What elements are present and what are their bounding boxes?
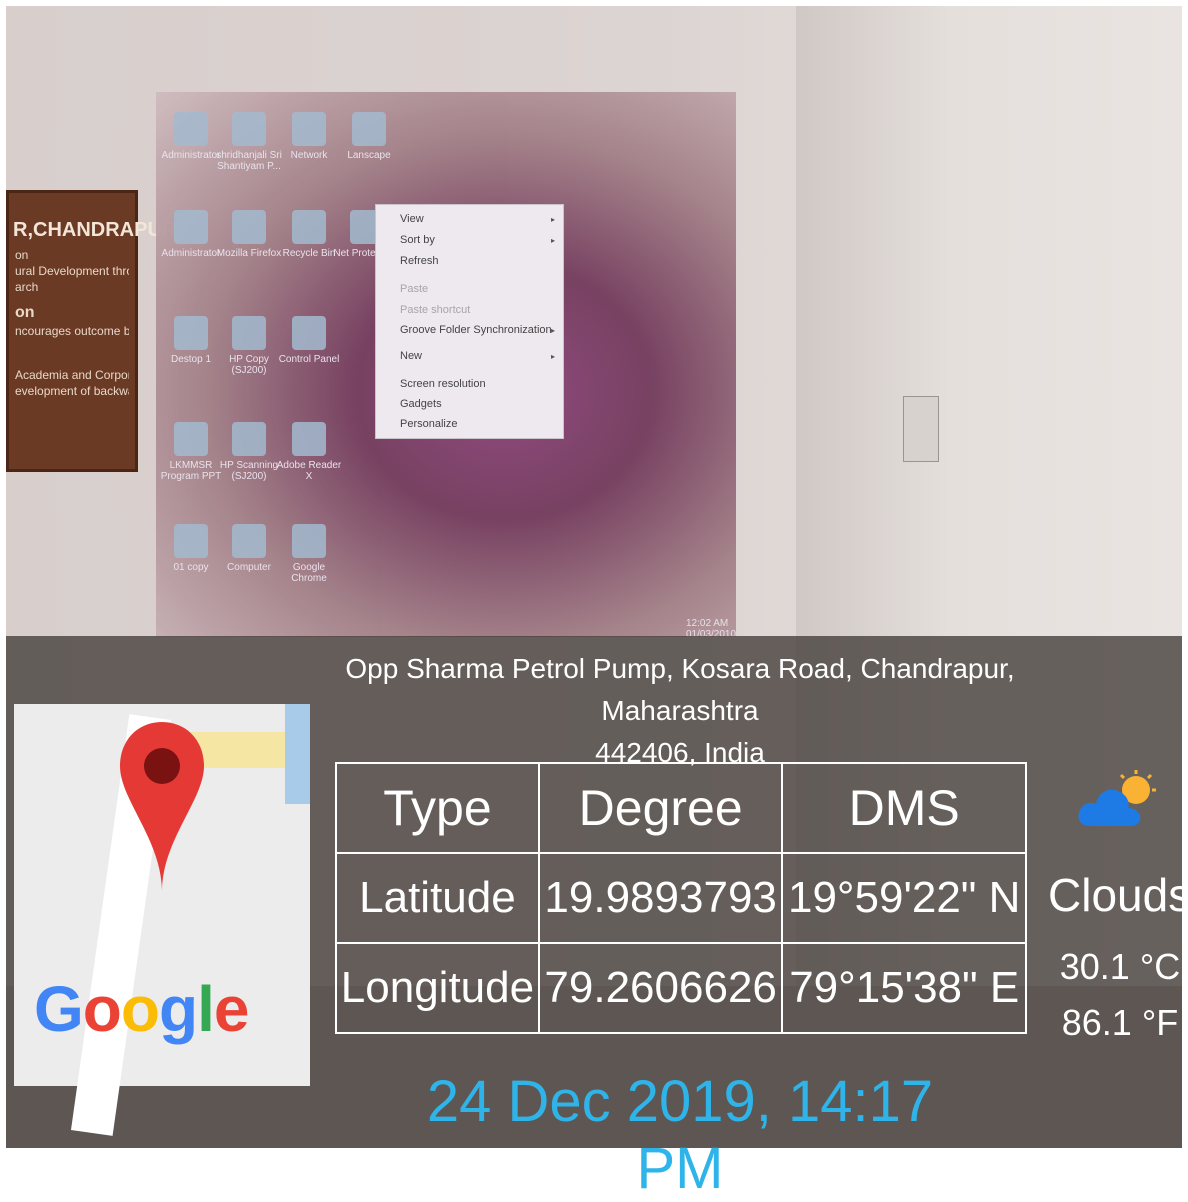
location-pin-icon	[120, 722, 204, 892]
board-title: R,CHANDRAPUR	[13, 219, 177, 241]
folder-icon	[174, 316, 208, 350]
context-menu-item: Paste	[400, 283, 429, 295]
temperature-fahrenheit: 86.1 °F	[1061, 1002, 1179, 1043]
table-cell: Longitude	[335, 942, 540, 1034]
control-panel-icon	[292, 316, 326, 350]
firefox-icon	[232, 210, 266, 244]
table-cell: 19°59'22" N	[781, 852, 1027, 944]
board-line: on	[15, 304, 35, 321]
context-menu-item[interactable]: Screen resolution	[400, 378, 486, 390]
user-folder-icon	[174, 112, 208, 146]
timestamp: 24 Dec 2019, 14:17 PM	[426, 1069, 934, 1201]
folder-icon	[174, 422, 208, 456]
column-header: Type	[335, 762, 540, 854]
submenu-arrow-icon: ▸	[550, 215, 555, 224]
scanner-icon	[232, 422, 266, 456]
desktop-icon[interactable]: Google Chrome	[274, 524, 344, 584]
desktop-icon[interactable]: Control Panel	[274, 316, 344, 365]
board-line: ncourages outcome based	[15, 324, 129, 338]
network-icon	[292, 112, 326, 146]
board-line: evelopment of backward region	[15, 384, 129, 398]
coordinates-table: Type Degree DMS Latitude 19.9893793 19°5…	[335, 762, 1027, 1034]
board-line: on	[15, 248, 29, 262]
temperature-celsius: 30.1 °C	[1059, 946, 1181, 987]
submenu-arrow-icon: ▸	[550, 236, 555, 245]
context-menu-item[interactable]: Groove Folder Synchronization	[400, 324, 552, 336]
table-header-row: Type Degree DMS	[335, 762, 1027, 854]
column-header: DMS	[781, 762, 1027, 854]
desktop-icon[interactable]: Lanscape	[334, 112, 404, 161]
column-header: Degree	[537, 762, 784, 854]
switch-board	[903, 396, 939, 462]
scanner-icon	[232, 316, 266, 350]
wall-board: R,CHANDRAPUR on ural Development through…	[6, 190, 177, 472]
address-line: Opp Sharma Petrol Pump, Kosara Road, Cha…	[345, 653, 1015, 726]
table-row: Longitude 79.2606626 79°15'38" E	[335, 942, 1027, 1034]
computer-icon	[232, 524, 266, 558]
submenu-arrow-icon: ▸	[550, 352, 555, 361]
board-line: ural Development through	[15, 264, 129, 278]
board-line: arch	[15, 280, 39, 294]
taskbar-time: 12:02 AM	[686, 618, 729, 629]
submenu-arrow-icon: ▸	[550, 326, 555, 335]
table-cell: 79°15'38" E	[781, 942, 1027, 1034]
image-icon	[174, 524, 208, 558]
context-menu-item[interactable]: New	[400, 350, 422, 362]
recycle-bin-icon	[292, 210, 326, 244]
weather-condition: Clouds	[1048, 869, 1188, 921]
document-icon	[232, 112, 266, 146]
google-logo: Google	[34, 973, 249, 1045]
cloud-sun-icon	[1078, 770, 1156, 826]
table-cell: 79.2606626	[537, 942, 784, 1034]
table-cell: 19.9893793	[537, 852, 784, 944]
context-menu-item[interactable]: Refresh	[400, 255, 439, 267]
desktop-icon[interactable]: Adobe Reader X	[274, 422, 344, 482]
board-line: Academia and Corporate Connects	[15, 368, 129, 382]
address: Opp Sharma Petrol Pump, Kosara Road, Cha…	[330, 648, 1030, 774]
context-menu: View ▸ Sort by ▸ Refresh Paste Paste sho…	[375, 204, 564, 439]
table-cell: Latitude	[335, 852, 540, 944]
table-row: Latitude 19.9893793 19°59'22" N	[335, 852, 1027, 944]
pdf-icon	[292, 422, 326, 456]
context-menu-item: Paste shortcut	[400, 304, 471, 316]
context-menu-item[interactable]: Gadgets	[400, 398, 442, 410]
context-menu-item[interactable]: View	[400, 213, 550, 225]
context-menu-item[interactable]: Sort by	[400, 234, 435, 246]
context-menu-item[interactable]: Personalize	[400, 418, 457, 430]
folder-icon	[174, 210, 208, 244]
map-water	[285, 704, 310, 804]
shortcut-icon	[352, 112, 386, 146]
chrome-icon	[292, 524, 326, 558]
